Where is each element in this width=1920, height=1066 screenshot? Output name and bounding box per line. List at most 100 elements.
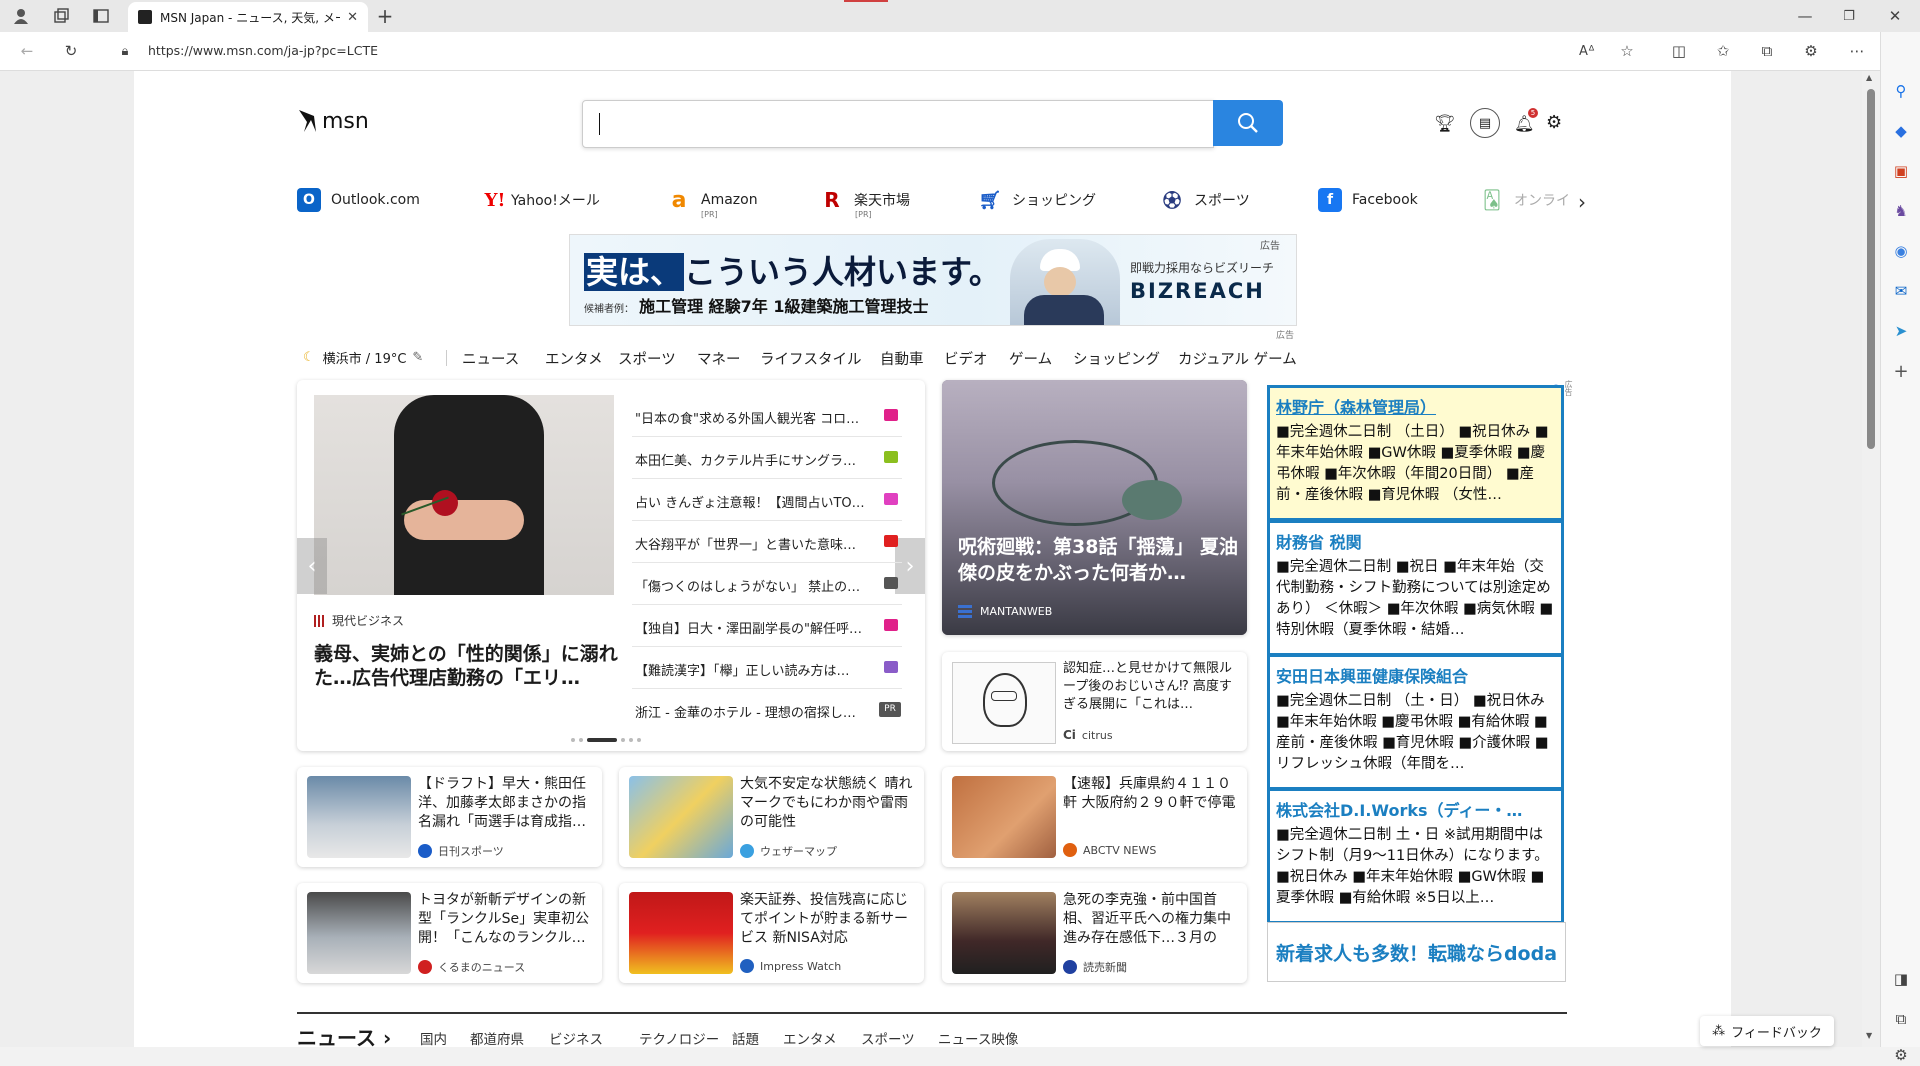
headline-item[interactable]: 「傷つくのはしょうがない」 禁止の… xyxy=(632,563,902,605)
subnav-item-0[interactable]: 国内 xyxy=(420,1028,447,1048)
nav-item-9[interactable]: カジュアル ゲーム xyxy=(1178,348,1297,369)
nav-item-7[interactable]: ゲーム xyxy=(1009,348,1052,369)
job-ad-block[interactable]: 株式会社D.I.Works（ディー・… ■完全週休二日制 土・日 ※試用期間中はシ… xyxy=(1267,788,1564,924)
new-tab-icon[interactable]: + xyxy=(374,4,396,28)
quicklink-shopping[interactable]: 🛒︎ ショッピング xyxy=(978,188,1096,212)
headline-text: 占い きんぎょ注意報！【週間占いTO… xyxy=(635,496,865,511)
scrollbar-thumb[interactable] xyxy=(1867,89,1875,449)
headline-item[interactable]: "日本の食"求める外国人観光客 コロ… xyxy=(632,395,902,437)
active-tab[interactable]: MSN Japan - ニュース, 天気, メール ( ✕ xyxy=(128,2,368,32)
sidebar-settings-icon[interactable]: ⚙ xyxy=(1890,1044,1912,1066)
read-aloud-icon[interactable]: Aᐞ xyxy=(1576,40,1598,62)
job-ad-block[interactable]: 財務省 税関 ■完全週休二日制 ■祝日 ■年末年始（交代制勤務・シフト勤務について… xyxy=(1267,520,1564,656)
headline-item[interactable]: 大谷翔平が「世界一」と書いた意味… xyxy=(632,521,902,563)
nav-item-4[interactable]: ライフスタイル xyxy=(760,348,862,369)
feedback-button[interactable]: ⁂ フィードバック xyxy=(1700,1016,1834,1046)
rewards-icon[interactable]: 🏆︎ xyxy=(1434,114,1456,134)
minimize-icon[interactable]: — xyxy=(1794,5,1816,27)
nav-item-0[interactable]: ニュース xyxy=(462,348,519,369)
refresh-icon[interactable]: ↻ xyxy=(60,40,82,62)
sidebar-collapse-icon[interactable]: ◨ xyxy=(1890,968,1912,990)
search-button[interactable] xyxy=(1213,100,1283,146)
side-news-card[interactable]: 認知症…と見せかけて無限ループ後のおじいさん⁉ 高度すぎる展開に「これは… Ci… xyxy=(942,652,1247,751)
headline-item[interactable]: 浙江 - 金華のホテル - 理想の宿探し… PR xyxy=(632,689,902,731)
doda-footer-link[interactable]: 新着求人も多数！転職ならdoda xyxy=(1267,922,1566,982)
news-card[interactable]: トヨタが新斬デザインの新型「ランクルSe」実車初公開！「こんなのランクル… くるま… xyxy=(297,883,602,983)
sidebar-search-icon[interactable]: ⚲ xyxy=(1890,80,1912,102)
clipboard-icon[interactable]: ▤ xyxy=(1470,108,1500,138)
feature-card[interactable]: 呪術廻戦：第38話「揺蕩」 夏油傑の皮をかぶった何者か… MANTANWEB xyxy=(942,380,1247,635)
subnav-item-2[interactable]: ビジネス xyxy=(549,1028,603,1048)
nav-item-2[interactable]: スポーツ xyxy=(618,348,676,369)
favorite-star-icon[interactable]: ☆ xyxy=(1616,40,1638,62)
news-card[interactable]: 【速報】兵庫県約４１１０軒 大阪府約２９０軒で停電 ABCTV NEWS xyxy=(942,767,1247,867)
restore-icon[interactable]: ❐ xyxy=(1838,5,1860,27)
workspaces-icon[interactable] xyxy=(50,5,72,27)
job-ad-title[interactable]: 株式会社D.I.Works（ディー・… xyxy=(1276,797,1555,821)
back-icon[interactable]: ← xyxy=(16,40,38,62)
quicklink-amazon[interactable]: a Amazon xyxy=(667,188,758,213)
nav-item-8[interactable]: ショッピング xyxy=(1073,348,1160,369)
msn-logo[interactable]: msn xyxy=(296,108,369,134)
carousel-dots[interactable] xyxy=(571,738,641,742)
quicklink-online[interactable]: 🂡 オンライ xyxy=(1480,188,1570,212)
more-menu-icon[interactable]: ⋯ xyxy=(1846,40,1868,62)
job-ad-block[interactable]: 林野庁（森林管理局） ■完全週休二日制 （土日） ■祝日休み ■年末年始休暇 ■G… xyxy=(1267,385,1564,521)
close-window-icon[interactable]: ✕ xyxy=(1884,5,1906,27)
nav-item-5[interactable]: 自動車 xyxy=(880,348,924,369)
sidebar-add-icon[interactable]: + xyxy=(1890,360,1912,382)
collections-icon[interactable]: ⧉ xyxy=(1756,40,1778,62)
news-card[interactable]: 楽天証券、投信残高に応じてポイントが貯まる新サービス 新NISA対応 Impres… xyxy=(619,883,924,983)
lock-icon[interactable]: 🔒︎ xyxy=(114,40,136,62)
quicklink-label: Outlook.com xyxy=(331,192,420,208)
profile-icon[interactable] xyxy=(10,5,32,27)
headline-item[interactable]: 【独自】日大・澤田副学長の"解任呼… xyxy=(632,605,902,647)
banner-ad[interactable]: 実は、こういう人材います。 候補者例： 施工管理 経験7年 1級建築施工管理技士… xyxy=(569,234,1297,326)
nav-item-1[interactable]: エンタメ xyxy=(545,348,603,369)
edit-pencil-icon[interactable]: ✎ xyxy=(412,350,423,365)
sidebar-office-icon[interactable]: ◉ xyxy=(1890,240,1912,262)
subnav-item-5[interactable]: エンタメ xyxy=(783,1028,837,1048)
job-ad-title[interactable]: 安田日本興亜健康保険組合 xyxy=(1276,663,1555,687)
quicklink-yahoo-mail[interactable]: Y! Yahoo!メール xyxy=(483,188,600,212)
vertical-tabs-icon[interactable] xyxy=(90,5,112,27)
sidebar-outlook-icon[interactable]: ✉ xyxy=(1890,280,1912,302)
quicklink-sports[interactable]: ⚽︎ スポーツ xyxy=(1160,188,1250,212)
subnav-item-4[interactable]: 話題 xyxy=(732,1028,759,1048)
sidebar-tools-icon[interactable]: ▣ xyxy=(1890,160,1912,182)
news-card[interactable]: 【ドラフト】早大・熊田任洋、加藤孝太郎まさかの指名漏れ「両選手は育成指… 日刊スポ… xyxy=(297,767,602,867)
hero-card[interactable]: 現代ビジネス 義母、実姉との「性的関係」に溺れた…広告代理店勤務の「エリ… ‹ … xyxy=(297,380,925,751)
job-ad-title[interactable]: 林野庁（森林管理局） xyxy=(1276,394,1555,418)
headline-item[interactable]: 本田仁美、カクテル片手にサングラ… xyxy=(632,437,902,479)
nav-item-3[interactable]: マネー xyxy=(697,348,741,369)
search-input[interactable] xyxy=(582,100,1214,148)
quicklink-outlook[interactable]: O Outlook.com xyxy=(297,188,420,212)
nav-item-6[interactable]: ビデオ xyxy=(944,348,988,369)
headline-item[interactable]: 【難読漢字】「欅」正しい読み方は… xyxy=(632,647,902,689)
sidebar-external-icon[interactable]: ⧉ xyxy=(1890,1008,1912,1030)
page-scrollbar[interactable]: ▲ ▼ xyxy=(1862,71,1880,1047)
url-text[interactable]: https://www.msn.com/ja-jp?pc=LCTE xyxy=(148,43,378,58)
subnav-item-7[interactable]: ニュース映像 xyxy=(938,1028,1018,1048)
sidebar-games-icon[interactable]: ♞ xyxy=(1890,200,1912,222)
sidebar-shopping-icon[interactable]: ◆ xyxy=(1890,120,1912,142)
news-card[interactable]: 大気不安定な状態続く 晴れマークでもにわか雨や雷雨の可能性 ウェザーマップ xyxy=(619,767,924,867)
headline-item[interactable]: 占い きんぎょ注意報！【週間占いTO… xyxy=(632,479,902,521)
news-card[interactable]: 急死の李克強・前中国首相、習近平氏への権力集中進み存在感低下…３月の退… 読売新聞 xyxy=(942,883,1247,983)
weather-widget[interactable]: ☾ 横浜市 / 19°C ✎ xyxy=(303,348,423,367)
job-ad-block[interactable]: 安田日本興亜健康保険組合 ■完全週休二日制 （土・日） ■祝日休み ■年末年始休暇… xyxy=(1267,654,1564,790)
favorites-icon[interactable]: ✩ xyxy=(1712,40,1734,62)
close-tab-icon[interactable]: ✕ xyxy=(347,10,358,25)
subnav-item-6[interactable]: スポーツ xyxy=(861,1028,915,1048)
quicklink-rakuten[interactable]: R 楽天市場 xyxy=(820,188,910,212)
sidebar-send-icon[interactable]: ➤ xyxy=(1890,320,1912,342)
job-ad-title[interactable]: 財務省 税関 xyxy=(1276,529,1555,553)
quicklinks-next-chevron-icon[interactable]: › xyxy=(1578,190,1586,214)
split-screen-icon[interactable]: ◫ xyxy=(1668,40,1690,62)
carousel-prev-button[interactable]: ‹ xyxy=(297,538,327,594)
extensions-icon[interactable]: ⚙ xyxy=(1800,40,1822,62)
settings-gear-icon[interactable]: ⚙ xyxy=(1546,112,1562,133)
subnav-item-1[interactable]: 都道府県 xyxy=(470,1028,524,1048)
quicklink-facebook[interactable]: f Facebook xyxy=(1318,188,1418,212)
subnav-item-3[interactable]: テクノロジー xyxy=(639,1028,719,1048)
